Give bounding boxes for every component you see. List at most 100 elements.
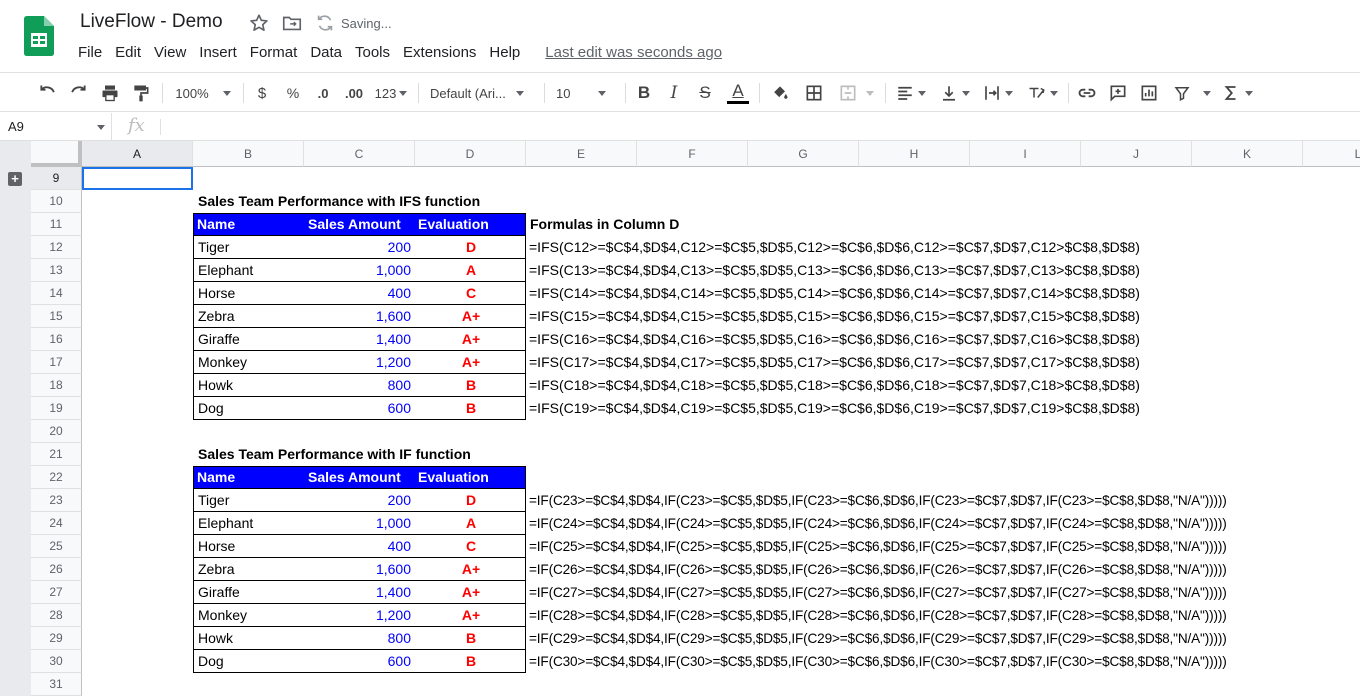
row-header-19[interactable]: 19 xyxy=(31,397,82,420)
formula-text[interactable]: =IF(C30>=$C$4,$D$4,IF(C30>=$C$5,$D$5,IF(… xyxy=(529,650,1227,673)
column-header-f[interactable]: F xyxy=(637,141,748,167)
column-header-d[interactable]: D xyxy=(415,141,526,167)
evaluation-cell[interactable]: C xyxy=(416,282,526,304)
sales-amount-cell[interactable]: 400 xyxy=(388,282,411,304)
menu-extensions[interactable]: Extensions xyxy=(403,44,482,64)
formula-text[interactable]: =IF(C29>=$C$4,$D$4,IF(C29>=$C$5,$D$5,IF(… xyxy=(529,627,1227,650)
name-cell[interactable]: Tiger xyxy=(198,489,229,511)
sales-amount-cell[interactable]: 200 xyxy=(388,236,411,258)
cells-area[interactable]: Sales Team Performance with IFS function… xyxy=(82,167,1360,696)
evaluation-cell[interactable]: D xyxy=(416,489,526,511)
expand-group-icon[interactable]: + xyxy=(8,172,22,186)
redo-icon[interactable] xyxy=(66,73,90,113)
name-cell[interactable]: Horse xyxy=(198,535,235,557)
name-box[interactable]: A9 xyxy=(0,113,112,141)
row-header-14[interactable]: 14 xyxy=(31,282,82,305)
row-header-17[interactable]: 17 xyxy=(31,351,82,374)
formula-text[interactable]: =IFS(C18>=$C$4,$D$4,C18>=$C$5,$D$5,C18>=… xyxy=(529,374,1140,397)
sales-amount-cell[interactable]: 1,600 xyxy=(376,558,411,580)
evaluation-cell[interactable]: A+ xyxy=(416,328,526,350)
font-size-select[interactable]: 10 xyxy=(556,73,618,113)
name-cell[interactable]: Monkey xyxy=(198,351,247,373)
name-cell[interactable]: Monkey xyxy=(198,604,247,626)
evaluation-cell[interactable]: A+ xyxy=(416,581,526,603)
menu-tools[interactable]: Tools xyxy=(355,44,396,64)
menu-data[interactable]: Data xyxy=(310,44,348,64)
column-header-k[interactable]: K xyxy=(1192,141,1303,167)
strikethrough-button[interactable]: S xyxy=(695,73,715,113)
zoom-select[interactable]: 100% xyxy=(170,73,236,113)
menu-view[interactable]: View xyxy=(154,44,192,64)
formula-text[interactable]: =IFS(C17>=$C$4,$D$4,C17>=$C$5,$D$5,C17>=… xyxy=(529,351,1140,374)
row-header-20[interactable]: 20 xyxy=(31,420,82,443)
column-header-b[interactable]: B xyxy=(193,141,304,167)
formula-text[interactable]: =IF(C24>=$C$4,$D$4,IF(C24>=$C$5,$D$5,IF(… xyxy=(529,512,1227,535)
row-header-16[interactable]: 16 xyxy=(31,328,82,351)
formula-text[interactable]: =IFS(C14>=$C$4,$D$4,C14>=$C$5,$D$5,C14>=… xyxy=(529,282,1140,305)
name-cell[interactable]: Elephant xyxy=(198,259,253,281)
evaluation-cell[interactable]: B xyxy=(416,397,526,419)
bold-button[interactable]: B xyxy=(634,73,654,113)
column-header-c[interactable]: C xyxy=(304,141,415,167)
name-cell[interactable]: Zebra xyxy=(198,558,235,580)
formula-text[interactable]: =IFS(C15>=$C$4,$D$4,C15>=$C$5,$D$5,C15>=… xyxy=(529,305,1140,328)
row-header-28[interactable]: 28 xyxy=(31,604,82,627)
evaluation-cell[interactable]: D xyxy=(416,236,526,258)
row-header-18[interactable]: 18 xyxy=(31,374,82,397)
insert-comment-icon[interactable] xyxy=(1106,73,1130,113)
menu-insert[interactable]: Insert xyxy=(199,44,243,64)
text-wrapping-icon[interactable] xyxy=(979,73,1017,113)
more-formats-button[interactable]: 123 xyxy=(371,73,411,113)
sales-amount-cell[interactable]: 1,600 xyxy=(376,305,411,327)
decrease-decimal-button[interactable]: .0 xyxy=(310,73,336,113)
evaluation-cell[interactable]: B xyxy=(416,627,526,649)
name-cell[interactable]: Horse xyxy=(198,282,235,304)
sales-amount-cell[interactable]: 1,200 xyxy=(376,351,411,373)
formula-text[interactable]: =IFS(C12>=$C$4,$D$4,C12>=$C$5,$D$5,C12>=… xyxy=(529,236,1140,259)
row-header-27[interactable]: 27 xyxy=(31,581,82,604)
menu-help[interactable]: Help xyxy=(489,44,526,64)
row-header-25[interactable]: 25 xyxy=(31,535,82,558)
insert-chart-icon[interactable] xyxy=(1137,73,1161,113)
row-header-21[interactable]: 21 xyxy=(31,443,82,466)
formula-text[interactable]: =IF(C25>=$C$4,$D$4,IF(C25>=$C$5,$D$5,IF(… xyxy=(529,535,1227,558)
name-cell[interactable]: Elephant xyxy=(198,512,253,534)
evaluation-cell[interactable]: A xyxy=(416,259,526,281)
formula-text[interactable]: =IFS(C13>=$C$4,$D$4,C13>=$C$5,$D$5,C13>=… xyxy=(529,259,1140,282)
row-header-30[interactable]: 30 xyxy=(31,650,82,673)
formula-text[interactable]: =IF(C23>=$C$4,$D$4,IF(C23>=$C$5,$D$5,IF(… xyxy=(529,489,1227,512)
formula-input[interactable] xyxy=(168,113,1358,141)
name-cell[interactable]: Tiger xyxy=(198,236,229,258)
percent-format-button[interactable]: % xyxy=(283,73,303,113)
sales-amount-cell[interactable]: 800 xyxy=(388,374,411,396)
sales-amount-cell[interactable]: 400 xyxy=(388,535,411,557)
document-title[interactable]: LiveFlow - Demo xyxy=(80,11,223,33)
selected-cell-a9[interactable] xyxy=(82,167,193,190)
evaluation-cell[interactable]: B xyxy=(416,650,526,672)
undo-icon[interactable] xyxy=(36,73,60,113)
row-header-22[interactable]: 22 xyxy=(31,466,82,489)
evaluation-cell[interactable]: C xyxy=(416,535,526,557)
column-header-a[interactable]: A xyxy=(82,141,193,167)
text-rotation-icon[interactable] xyxy=(1022,73,1062,113)
row-header-29[interactable]: 29 xyxy=(31,627,82,650)
sales-amount-cell[interactable]: 800 xyxy=(388,627,411,649)
menu-edit[interactable]: Edit xyxy=(115,44,147,64)
name-cell[interactable]: Zebra xyxy=(198,305,235,327)
row-header-10[interactable]: 10 xyxy=(31,190,82,213)
evaluation-cell[interactable]: A+ xyxy=(416,305,526,327)
formula-text[interactable]: =IFS(C19>=$C$4,$D$4,C19>=$C$5,$D$5,C19>=… xyxy=(529,397,1140,420)
functions-icon[interactable] xyxy=(1220,73,1254,113)
vertical-align-icon[interactable] xyxy=(936,73,974,113)
text-color-button[interactable]: A xyxy=(726,73,750,113)
column-header-l[interactable]: L xyxy=(1303,141,1360,167)
sheets-logo-icon[interactable] xyxy=(24,16,54,56)
column-header-i[interactable]: I xyxy=(970,141,1081,167)
menu-format[interactable]: Format xyxy=(250,44,304,64)
sales-amount-cell[interactable]: 1,000 xyxy=(376,512,411,534)
column-header-j[interactable]: J xyxy=(1081,141,1192,167)
paint-format-icon[interactable] xyxy=(129,73,153,113)
evaluation-cell[interactable]: A+ xyxy=(416,604,526,626)
evaluation-cell[interactable]: A+ xyxy=(416,558,526,580)
insert-link-icon[interactable] xyxy=(1075,73,1099,113)
